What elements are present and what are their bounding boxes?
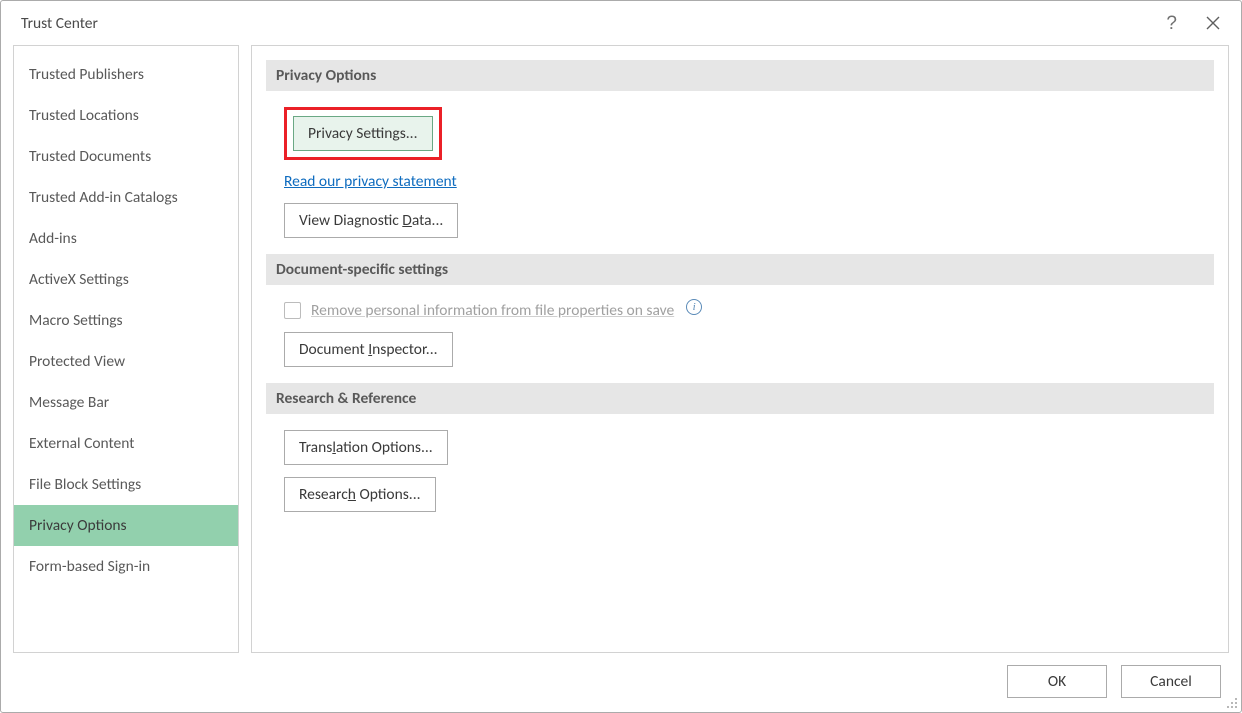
close-icon[interactable] xyxy=(1205,15,1221,31)
sidebar-item-trusted-publishers[interactable]: Trusted Publishers xyxy=(14,54,238,95)
remove-personal-info-checkbox xyxy=(284,302,301,319)
section-header-doc-specific: Document-specific settings xyxy=(266,254,1214,285)
sidebar-item-label: Trusted Publishers xyxy=(29,65,144,84)
sidebar-item-label: External Content xyxy=(29,434,134,453)
sidebar-item-label: Privacy Options xyxy=(29,516,127,535)
highlight-box: Privacy Settings... xyxy=(284,107,442,160)
sidebar-item-label: Protected View xyxy=(29,352,125,371)
privacy-statement-link[interactable]: Read our privacy statement xyxy=(284,172,457,191)
window-title: Trust Center xyxy=(21,14,98,33)
section-body-privacy: Privacy Settings... Read our privacy sta… xyxy=(266,101,1214,244)
help-icon[interactable]: ? xyxy=(1166,14,1177,33)
sidebar-item-label: Trusted Locations xyxy=(29,106,139,125)
translation-options-button[interactable]: Translation Options... xyxy=(284,430,448,465)
sidebar-item-form-based-sign-in[interactable]: Form-based Sign-in xyxy=(14,546,238,587)
remove-personal-info-label: Remove personal information from file pr… xyxy=(311,301,674,320)
info-icon[interactable]: i xyxy=(686,299,702,315)
sidebar-item-macro-settings[interactable]: Macro Settings xyxy=(14,300,238,341)
section-header-privacy: Privacy Options xyxy=(266,60,1214,91)
section-body-doc-specific: Remove personal information from file pr… xyxy=(266,295,1214,373)
sidebar-item-file-block-settings[interactable]: File Block Settings xyxy=(14,464,238,505)
section-body-research: Translation Options... Research Options.… xyxy=(266,424,1214,518)
sidebar-item-activex-settings[interactable]: ActiveX Settings xyxy=(14,259,238,300)
sidebar-item-label: Trusted Add-in Catalogs xyxy=(29,188,178,207)
sidebar: Trusted Publishers Trusted Locations Tru… xyxy=(13,45,239,653)
sidebar-item-label: Trusted Documents xyxy=(29,147,151,166)
remove-personal-info-row: Remove personal information from file pr… xyxy=(284,301,702,320)
titlebar: Trust Center ? xyxy=(1,1,1241,45)
trust-center-dialog: Trust Center ? Trusted Publishers Truste… xyxy=(0,0,1242,713)
sidebar-item-trusted-documents[interactable]: Trusted Documents xyxy=(14,136,238,177)
content-panel: Privacy Options Privacy Settings... Read… xyxy=(251,45,1229,653)
titlebar-controls: ? xyxy=(1166,14,1221,33)
document-inspector-button[interactable]: Document Inspector... xyxy=(284,332,453,367)
dialog-footer: OK Cancel xyxy=(1,653,1241,712)
sidebar-item-protected-view[interactable]: Protected View xyxy=(14,341,238,382)
section-header-research: Research & Reference xyxy=(266,383,1214,414)
sidebar-item-label: Add-ins xyxy=(29,229,77,248)
sidebar-item-label: ActiveX Settings xyxy=(29,270,129,289)
privacy-settings-button[interactable]: Privacy Settings... xyxy=(293,116,433,151)
resize-grip-icon[interactable] xyxy=(1223,694,1241,712)
sidebar-item-label: Macro Settings xyxy=(29,311,123,330)
sidebar-item-label: Message Bar xyxy=(29,393,109,412)
sidebar-item-label: File Block Settings xyxy=(29,475,141,494)
sidebar-item-add-ins[interactable]: Add-ins xyxy=(14,218,238,259)
ok-button[interactable]: OK xyxy=(1007,665,1107,698)
sidebar-item-message-bar[interactable]: Message Bar xyxy=(14,382,238,423)
sidebar-item-trusted-locations[interactable]: Trusted Locations xyxy=(14,95,238,136)
sidebar-item-privacy-options[interactable]: Privacy Options xyxy=(14,505,238,546)
sidebar-item-label: Form-based Sign-in xyxy=(29,557,150,576)
research-options-button[interactable]: Research Options... xyxy=(284,477,436,512)
view-diagnostic-data-button[interactable]: View Diagnostic Data... xyxy=(284,203,458,238)
cancel-button[interactable]: Cancel xyxy=(1121,665,1221,698)
sidebar-item-external-content[interactable]: External Content xyxy=(14,423,238,464)
body-area: Trusted Publishers Trusted Locations Tru… xyxy=(1,45,1241,653)
sidebar-item-trusted-addin-catalogs[interactable]: Trusted Add-in Catalogs xyxy=(14,177,238,218)
